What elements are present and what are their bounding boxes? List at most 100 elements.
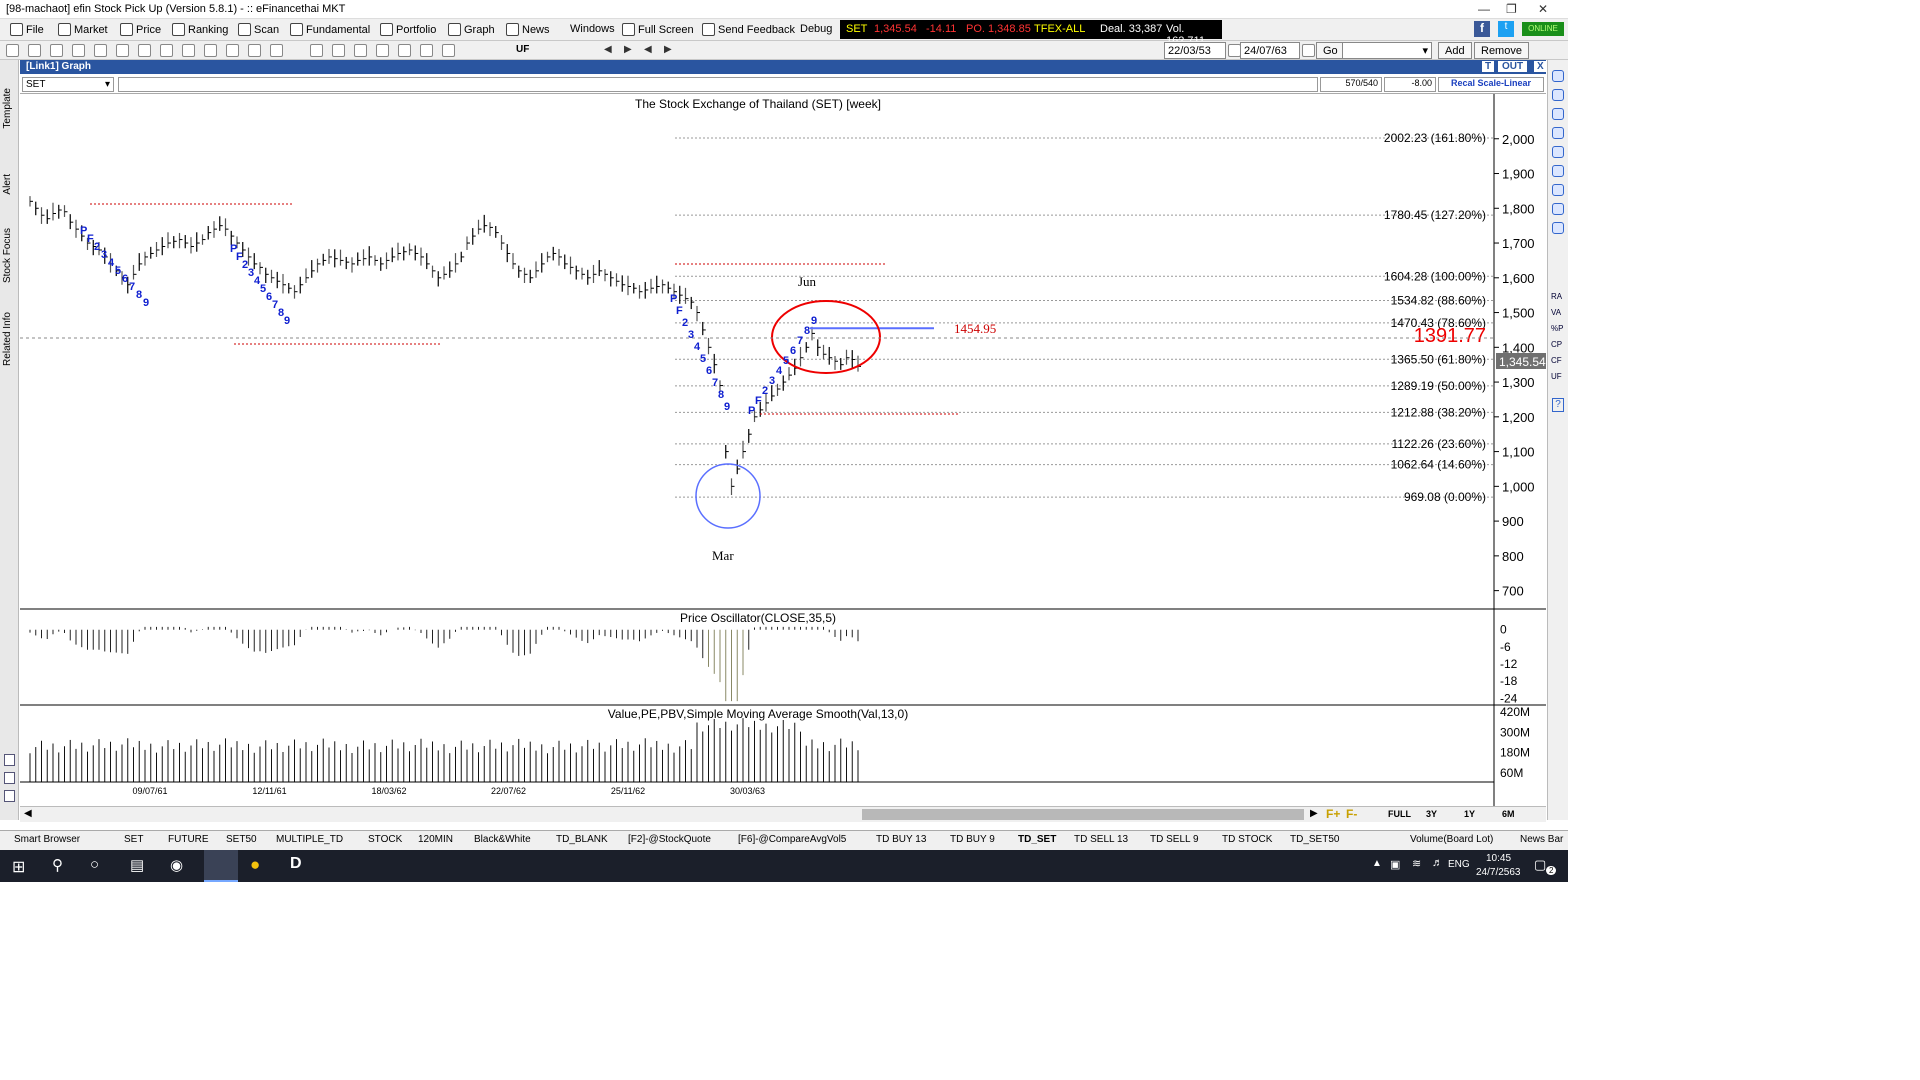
- bottom-tab-td-buy-13[interactable]: TD BUY 13: [876, 834, 926, 845]
- efin-app-icon[interactable]: [204, 850, 238, 882]
- t-button[interactable]: T: [1482, 61, 1495, 72]
- notification-icon[interactable]: ▢: [1534, 857, 1546, 873]
- crosshair-icon[interactable]: [28, 44, 41, 57]
- date-from-input[interactable]: 22/03/53: [1164, 42, 1226, 59]
- zoom-in-icon[interactable]: [1552, 165, 1564, 177]
- out-button[interactable]: OUT: [1498, 61, 1528, 72]
- recal-scale-button[interactable]: Recal Scale-Linear: [1438, 77, 1544, 92]
- add-button[interactable]: Add: [1438, 42, 1472, 59]
- language-indicator[interactable]: ENG: [1448, 859, 1470, 870]
- chevron-up-icon[interactable]: ▲: [1372, 858, 1382, 869]
- windows-start-icon[interactable]: ⊞: [12, 857, 25, 877]
- bottom-tab--f2-stockquote[interactable]: [F2]-@StockQuote: [628, 834, 711, 845]
- arrow-left-icon[interactable]: ◀: [604, 44, 612, 55]
- remove-button[interactable]: Remove: [1474, 42, 1529, 59]
- menu-item-windows[interactable]: Windows: [570, 23, 615, 35]
- minimize-icon[interactable]: —: [1478, 2, 1490, 16]
- app-icon[interactable]: ◉: [170, 856, 183, 874]
- pointer-icon[interactable]: [1552, 146, 1564, 158]
- network-icon[interactable]: ▣: [1390, 858, 1400, 871]
- scroll-thumb[interactable]: [862, 809, 1304, 820]
- shape-icon[interactable]: [182, 44, 195, 57]
- side-tab-stock-focus[interactable]: Stock Focus: [2, 228, 13, 283]
- bottom-tab-black-white[interactable]: Black&White: [474, 834, 531, 845]
- settings-icon[interactable]: [420, 44, 433, 57]
- scroll-left-icon[interactable]: ◀: [24, 808, 32, 819]
- bottom-tab-set[interactable]: SET: [124, 834, 143, 845]
- bottom-tab-td-sell-13[interactable]: TD SELL 13: [1074, 834, 1128, 845]
- wifi-icon[interactable]: ≋: [1412, 857, 1421, 870]
- line-icon[interactable]: [50, 44, 63, 57]
- list-icon[interactable]: [1552, 70, 1564, 82]
- date-to-input[interactable]: 24/07/63: [1240, 42, 1300, 59]
- bottom-tab-td-stock[interactable]: TD STOCK: [1222, 834, 1272, 845]
- side-tab-related-info[interactable]: Related Info: [2, 312, 13, 366]
- vline-icon[interactable]: [94, 44, 107, 57]
- bottom-tab-td-sell-9[interactable]: TD SELL 9: [1150, 834, 1199, 845]
- facebook-icon[interactable]: f: [1474, 21, 1490, 37]
- bottom-tab-set50[interactable]: SET50: [226, 834, 257, 845]
- page-icon[interactable]: [4, 754, 15, 766]
- right-tool-cf[interactable]: CF: [1551, 356, 1562, 365]
- range-button-6m[interactable]: 6M: [1502, 809, 1515, 819]
- calendar-icon[interactable]: [1302, 44, 1315, 57]
- close-graph-button[interactable]: X: [1534, 61, 1547, 72]
- time-scrollbar[interactable]: ◀ ▶ F+ F- FULL 3Y 1Y 6M: [20, 806, 1546, 822]
- menu-item-price[interactable]: Price: [120, 23, 161, 36]
- zoom-in-icon[interactable]: F+: [1326, 807, 1340, 821]
- close-icon[interactable]: ✕: [1538, 2, 1548, 16]
- bottom-tab-volume-board-lot-[interactable]: Volume(Board Lot): [1410, 834, 1493, 845]
- zoom-out-icon[interactable]: [1552, 184, 1564, 196]
- refresh-icon[interactable]: [442, 44, 455, 57]
- bottom-tab-td-buy-9[interactable]: TD BUY 9: [950, 834, 995, 845]
- bottom-tab--f6-compareavgvol5[interactable]: [F6]-@CompareAvgVol5: [738, 834, 846, 845]
- scroll-right-icon[interactable]: ▶: [1310, 808, 1318, 819]
- delete-icon[interactable]: [332, 44, 345, 57]
- go-button[interactable]: Go: [1316, 42, 1345, 59]
- menu-item-ranking[interactable]: Ranking: [172, 23, 228, 36]
- right-tool-cp[interactable]: CP: [1551, 340, 1562, 349]
- d-app-icon[interactable]: D: [290, 855, 302, 873]
- bottom-tab-td-blank[interactable]: TD_BLANK: [556, 834, 608, 845]
- contract-icon[interactable]: ▶: [664, 44, 672, 55]
- circle-icon[interactable]: [138, 44, 151, 57]
- range-button-3y[interactable]: 3Y: [1426, 809, 1437, 819]
- hline-icon[interactable]: [116, 44, 129, 57]
- arrow-right-icon[interactable]: ▶: [624, 44, 632, 55]
- right-tool-ra[interactable]: RA: [1551, 292, 1562, 301]
- width-icon[interactable]: [248, 44, 261, 57]
- bottom-tab-td-set[interactable]: TD_SET: [1018, 834, 1056, 845]
- right-tool-va[interactable]: VA: [1551, 308, 1561, 317]
- template-select[interactable]: ▾: [1342, 42, 1432, 59]
- chrome-icon[interactable]: ●: [250, 855, 260, 875]
- bottom-tab-news-bar[interactable]: News Bar: [1520, 834, 1563, 845]
- right-tool-pctp[interactable]: %P: [1551, 324, 1563, 333]
- bottom-tab-120min[interactable]: 120MIN: [418, 834, 453, 845]
- right-tool-uf[interactable]: UF: [1551, 372, 1562, 381]
- cursor-icon[interactable]: [6, 44, 19, 57]
- range-button-1y[interactable]: 1Y: [1464, 809, 1475, 819]
- menu-item-portfolio[interactable]: Portfolio: [380, 23, 436, 36]
- uf-label[interactable]: UF: [516, 44, 529, 55]
- task-view-icon[interactable]: ▤: [130, 856, 144, 874]
- bottom-tab-multiple-td[interactable]: MULTIPLE_TD: [276, 834, 343, 845]
- eraser-icon[interactable]: [376, 44, 389, 57]
- side-tab-template[interactable]: Template: [2, 88, 13, 129]
- chart-area[interactable]: The Stock Exchange of Thailand (SET) [we…: [20, 94, 1546, 806]
- twitter-icon[interactable]: t: [1498, 21, 1514, 37]
- help-icon[interactable]: ?: [1552, 398, 1564, 412]
- clock-icon[interactable]: [398, 44, 411, 57]
- menu-item-debug[interactable]: Debug: [800, 23, 832, 35]
- restore-icon[interactable]: ❐: [1506, 2, 1517, 16]
- trendline-icon[interactable]: [72, 44, 85, 57]
- menu-item-full-screen[interactable]: Full Screen: [622, 23, 694, 36]
- menu-item-graph[interactable]: Graph: [448, 23, 495, 36]
- fan-icon[interactable]: [270, 44, 283, 57]
- circle-minus-icon[interactable]: [1552, 127, 1564, 139]
- clock-date[interactable]: 24/7/2563: [1476, 867, 1521, 878]
- zoom-out-icon[interactable]: F-: [1346, 807, 1357, 821]
- star-icon[interactable]: [1552, 222, 1564, 234]
- clock-time[interactable]: 10:45: [1486, 853, 1511, 864]
- side-tab-alert[interactable]: Alert: [2, 174, 13, 195]
- bottom-tab-stock[interactable]: STOCK: [368, 834, 402, 845]
